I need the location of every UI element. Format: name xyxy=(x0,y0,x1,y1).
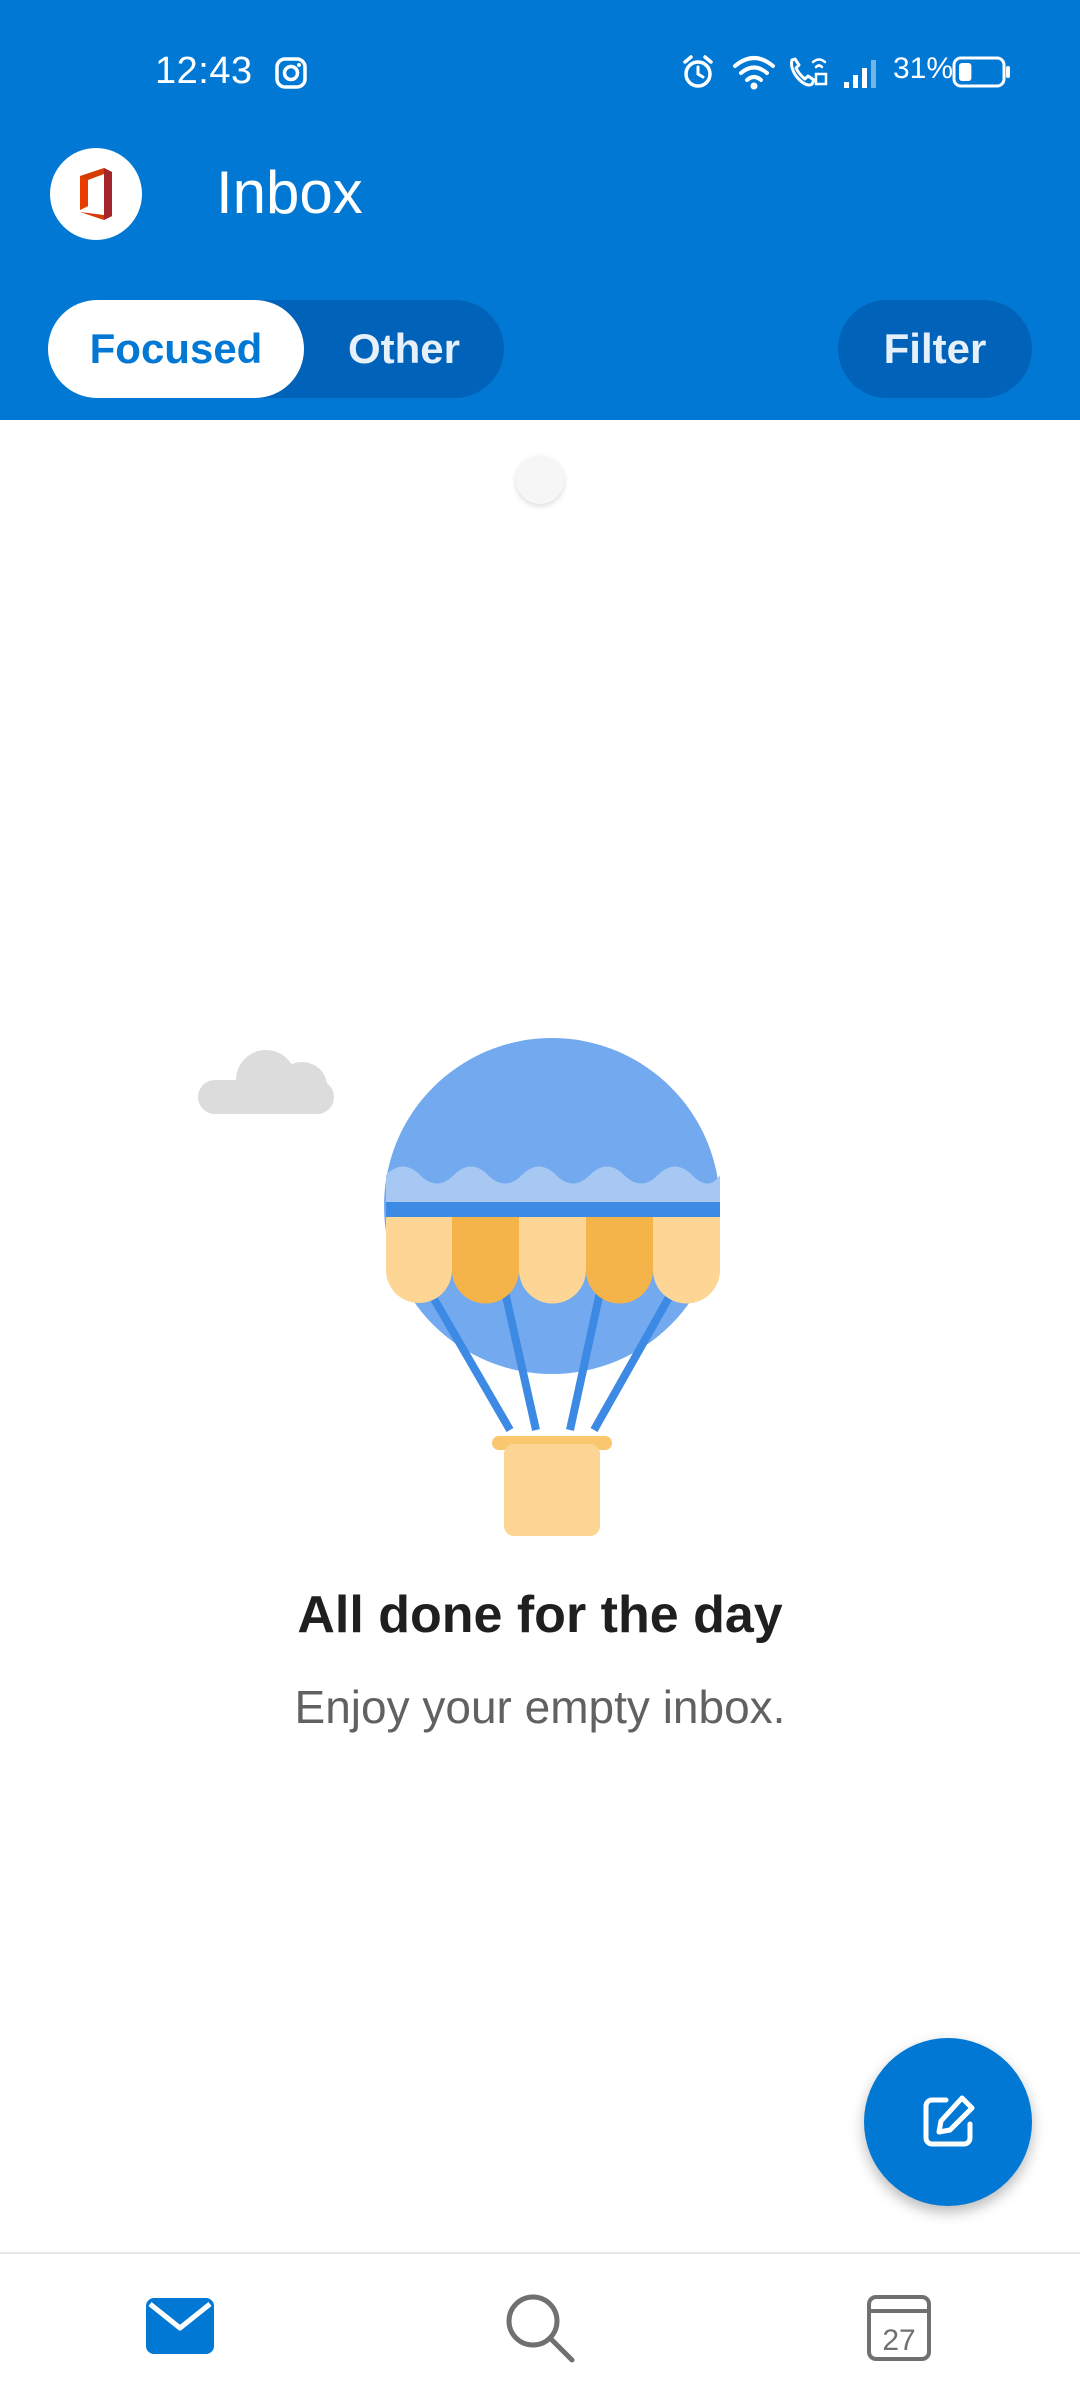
nav-mail[interactable] xyxy=(80,2254,280,2402)
inbox-tab-switch: Focused Other xyxy=(48,300,504,398)
hot-air-balloon-illustration xyxy=(198,1038,720,1536)
battery-icon xyxy=(952,56,1010,88)
alarm-icon xyxy=(683,55,713,88)
refresh-indicator xyxy=(516,456,564,504)
app-header: 12:43 31% Inbox Focused Other Filter xyxy=(0,0,1080,420)
status-bar: 12:43 31% xyxy=(0,0,1080,140)
empty-state-subtitle: Enjoy your empty inbox. xyxy=(294,1681,786,1733)
signal-icon xyxy=(844,60,876,88)
office-logo-icon xyxy=(80,168,112,220)
status-time: 12:43 xyxy=(155,50,253,92)
calendar-date: 27 xyxy=(882,2324,915,2357)
compose-button[interactable] xyxy=(864,2038,1032,2206)
calendar-icon: 27 xyxy=(867,2295,931,2361)
nav-calendar[interactable]: 27 xyxy=(800,2254,1000,2402)
page-title: Inbox xyxy=(216,159,363,226)
filter-button[interactable]: Filter xyxy=(838,300,1032,398)
search-icon xyxy=(506,2294,575,2363)
compose-icon xyxy=(923,2095,975,2147)
wifi-icon xyxy=(733,56,775,90)
account-avatar[interactable] xyxy=(50,148,142,240)
battery-percent: 31% xyxy=(893,52,954,85)
nav-search[interactable] xyxy=(440,2254,640,2402)
tab-focused[interactable]: Focused xyxy=(48,300,304,398)
cloud-icon xyxy=(198,1050,334,1114)
wifi-calling-icon xyxy=(790,57,828,87)
instagram-icon xyxy=(275,57,307,89)
empty-state-title: All done for the day xyxy=(297,1586,783,1644)
bottom-navigation: 27 xyxy=(0,2252,1080,2402)
tab-other[interactable]: Other xyxy=(304,300,504,398)
mail-icon xyxy=(146,2298,214,2354)
